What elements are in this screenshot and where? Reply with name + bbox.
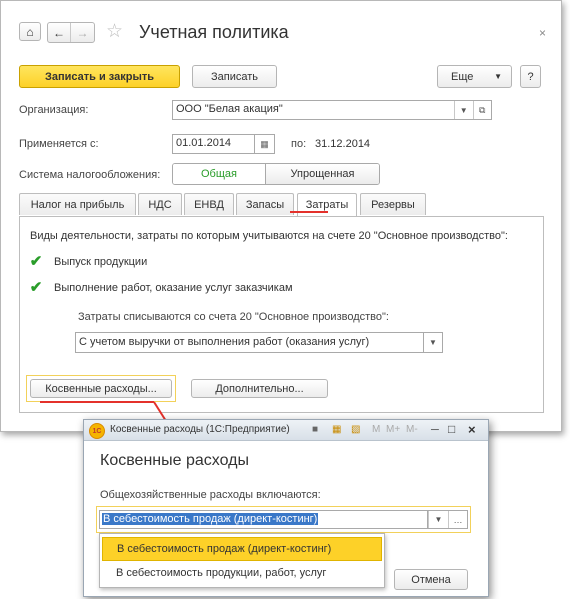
dropdown-option-product-cost[interactable]: В себестоимость продукции, работ, услуг bbox=[102, 562, 382, 586]
home-small-icon[interactable]: ■ bbox=[312, 424, 318, 435]
chevron-down-icon: ▼ bbox=[434, 515, 443, 524]
dropdown-option-direct-costing[interactable]: В себестоимость продаж (директ-костинг) bbox=[102, 537, 382, 561]
general-expenses-selected-text: В себестоимость продаж (директ-костинг) bbox=[102, 513, 319, 525]
dialog-close-icon[interactable]: × bbox=[468, 422, 476, 437]
general-expenses-label: Общехозяйственные расходы включаются: bbox=[100, 489, 321, 501]
general-expenses-field-buttons: ▼ … bbox=[428, 510, 468, 529]
memory-m-plus-icon[interactable]: M+ bbox=[386, 424, 400, 435]
general-expenses-field[interactable]: В себестоимость продаж (директ-костинг) bbox=[99, 510, 428, 529]
indirect-costs-dialog: 1C Косвенные расходы (1С:Предприятие) ■ … bbox=[83, 419, 489, 597]
minimize-icon[interactable]: ─ bbox=[431, 424, 439, 436]
calendar-small-icon[interactable]: ▧ bbox=[351, 424, 360, 435]
memory-m-icon[interactable]: M bbox=[372, 424, 380, 435]
app-logo-icon: 1C bbox=[89, 423, 105, 439]
ellipsis-icon: … bbox=[453, 514, 463, 525]
table-icon[interactable]: ▦ bbox=[332, 424, 341, 435]
dialog-heading: Косвенные расходы bbox=[100, 452, 249, 469]
dialog-titlebar: 1C Косвенные расходы (1С:Предприятие) ■ … bbox=[84, 420, 488, 441]
cancel-button[interactable]: Отмена bbox=[394, 569, 468, 590]
maximize-icon[interactable]: □ bbox=[448, 422, 455, 436]
dialog-window-title: Косвенные расходы (1С:Предприятие) bbox=[110, 424, 290, 435]
general-expenses-dropdown-list: В себестоимость продаж (директ-костинг) … bbox=[99, 533, 385, 588]
memory-m-minus-icon[interactable]: M- bbox=[406, 424, 418, 435]
general-expenses-select-button[interactable]: … bbox=[447, 511, 467, 528]
general-expenses-dropdown-button[interactable]: ▼ bbox=[428, 511, 448, 528]
